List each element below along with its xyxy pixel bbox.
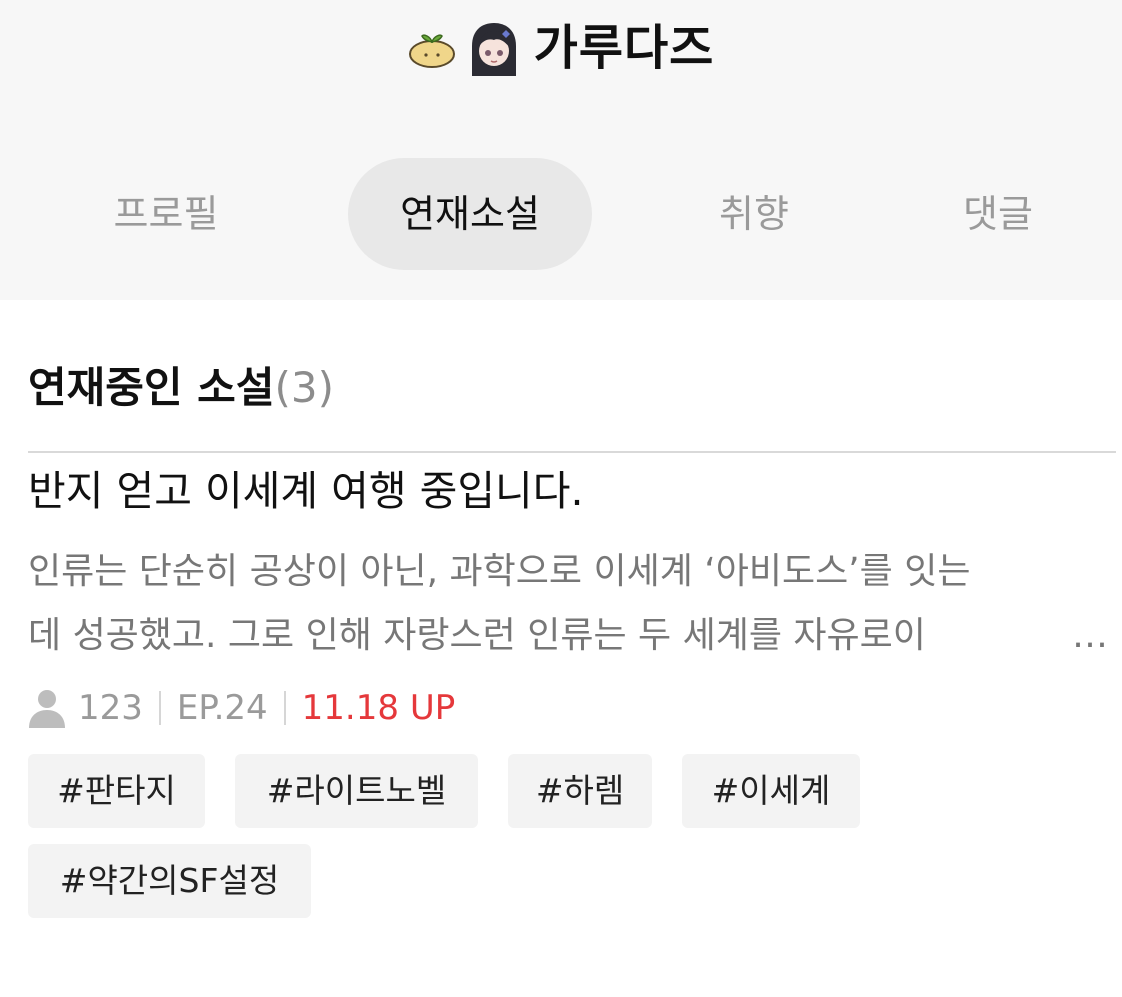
- meta-separator: [283, 691, 286, 725]
- tag-light-sf[interactable]: #약간의SF설정: [28, 844, 311, 918]
- tag-light-novel[interactable]: #라이트노벨: [235, 754, 478, 828]
- profile-row: 가루다즈: [0, 16, 1122, 80]
- description-line-2: 데 성공했고. 그로 인해 자랑스런 인류는 두 세계를 자유로이: [28, 615, 926, 656]
- tab-preferences[interactable]: 취향: [636, 158, 872, 270]
- description-line-1: 인류는 단순히 공상이 아닌, 과학으로 이세계 ‘아비도스’를 잇는: [28, 551, 971, 592]
- person-icon: [29, 690, 65, 728]
- update-badge: 11.18 UP: [301, 688, 456, 728]
- novel-title[interactable]: 반지 얻고 이세계 여행 중입니다.: [28, 462, 1098, 520]
- episode-count: EP.24: [176, 688, 268, 728]
- avatar-icon[interactable]: [465, 20, 522, 76]
- tag-fantasy[interactable]: #판타지: [28, 754, 205, 828]
- tab-bar: 프로필 연재소설 취향 댓글: [0, 158, 1122, 270]
- section-title-text: 연재중인 소설: [28, 363, 275, 412]
- meta-separator: [158, 691, 161, 725]
- more-ellipsis[interactable]: …: [1072, 604, 1108, 668]
- section-title: 연재중인 소설(3): [28, 358, 334, 418]
- tag-isekai[interactable]: #이세계: [682, 754, 860, 828]
- section-count: (3): [274, 363, 334, 412]
- view-count: 123: [78, 688, 143, 728]
- divider: [28, 451, 1116, 453]
- profile-header: 가루다즈 프로필 연재소설 취향 댓글: [0, 0, 1122, 300]
- tab-comments[interactable]: 댓글: [880, 158, 1116, 270]
- sprout-badge-icon: [408, 34, 455, 68]
- tab-profile[interactable]: 프로필: [48, 158, 284, 270]
- description-line-2-row: 데 성공했고. 그로 인해 자랑스런 인류는 두 세계를 자유로이 …: [28, 604, 1108, 668]
- tab-serial-novels[interactable]: 연재소설: [348, 158, 592, 270]
- novel-description[interactable]: 인류는 단순히 공상이 아닌, 과학으로 이세계 ‘아비도스’를 잇는 데 성공…: [28, 540, 1108, 668]
- nickname: 가루다즈: [533, 20, 715, 76]
- novel-meta: 123 EP.24 11.18 UP: [28, 682, 455, 734]
- tag-harem[interactable]: #하렘: [508, 754, 652, 828]
